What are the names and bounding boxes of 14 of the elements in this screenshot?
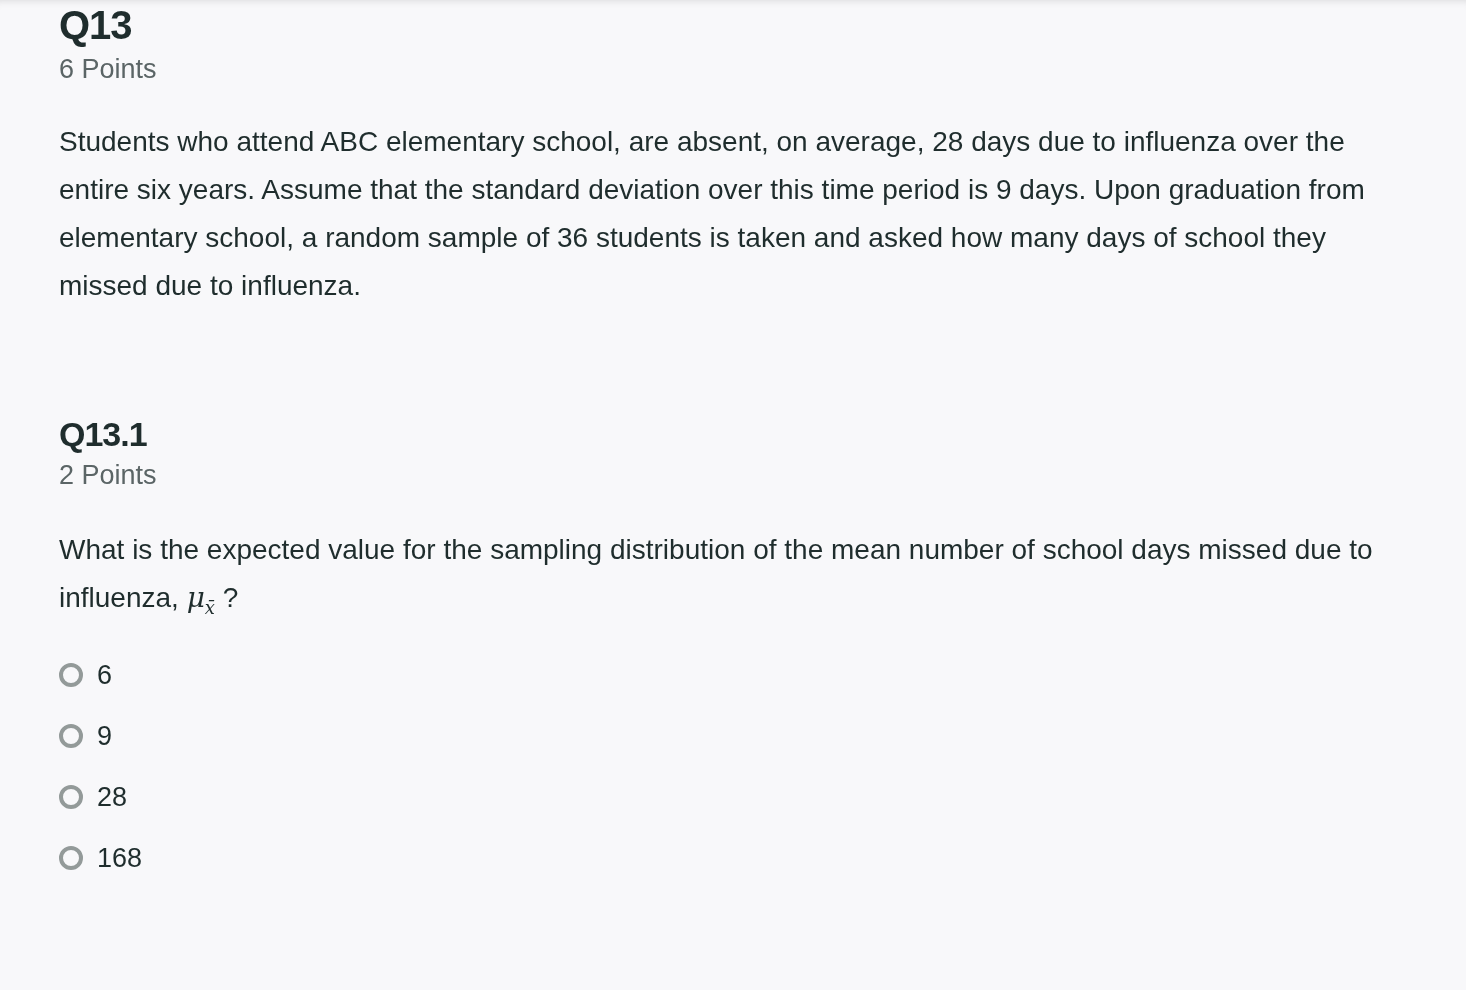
answer-option[interactable]: 28 (59, 781, 1406, 813)
radio-button[interactable] (59, 663, 83, 688)
subquestion-text: What is the expected value for the sampling distribution of the mean number of school days missed due to influenza, μ$_{x̄}$ ? (59, 533, 1374, 620)
answer-option[interactable]: 9 (59, 720, 1406, 752)
subquestion-points: 2 Points (59, 459, 158, 492)
radio-button[interactable] (59, 846, 83, 871)
answer-option[interactable]: 6 (59, 659, 1406, 691)
subquestion-title: Q13.1 (59, 414, 148, 454)
radio-button[interactable] (59, 785, 83, 810)
answer-option[interactable]: 168 (59, 842, 1406, 874)
question-text: Students who attend ABC elementary school, are absent, on average, 28 days due to influenza over the entire six years. Assume that the standard deviation over this time period is 9 days. Upon graduation from elementary school, a random sample of 36 students is taken and asked how many days of school they missed due to influenza. (59, 125, 1366, 303)
question-points: 6 Points (59, 53, 158, 86)
radio-button[interactable] (59, 724, 83, 749)
question-title: Q13 (59, 2, 133, 48)
